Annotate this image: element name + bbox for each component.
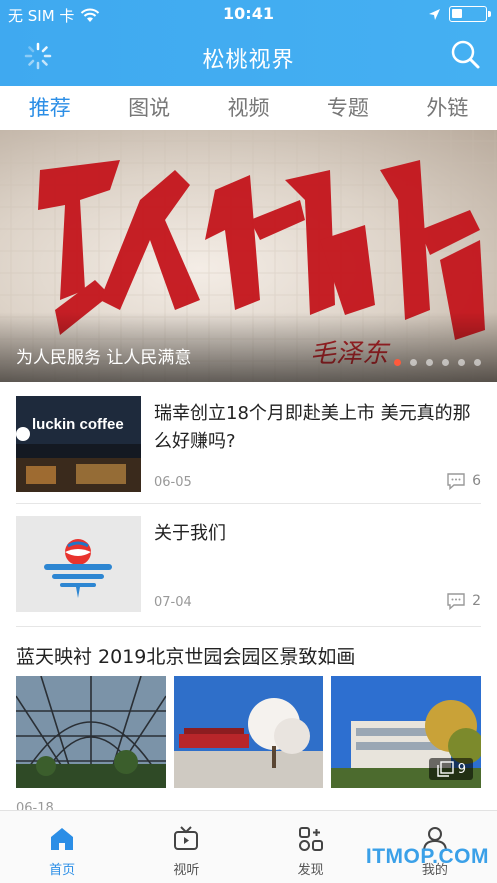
list-divider bbox=[16, 503, 481, 504]
tab-video[interactable]: 视频 bbox=[199, 86, 298, 130]
banner-carousel[interactable]: 毛泽东 为人民服务 让人民满意 bbox=[0, 130, 497, 382]
tab-recommend[interactable]: 推荐 bbox=[0, 86, 99, 130]
gallery-title[interactable]: 蓝天映衬 2019北京世园会园区景致如画 bbox=[16, 642, 355, 669]
tv-icon bbox=[174, 826, 199, 850]
gallery-images[interactable]: 9 bbox=[16, 676, 482, 788]
carousel-dots bbox=[394, 359, 481, 366]
tabbar-label: 视听 bbox=[173, 863, 200, 878]
comment-count-value: 6 bbox=[472, 473, 481, 489]
thumbnail-caption: luckin coffee bbox=[32, 416, 124, 433]
news-item[interactable]: 关于我们 07-04 2 bbox=[16, 516, 481, 612]
list-divider bbox=[16, 626, 481, 627]
news-item[interactable]: luckin coffee 瑞幸创立18个月即赴美上市 美元真的那么好赚吗? 0… bbox=[16, 396, 481, 492]
carousel-dot[interactable] bbox=[426, 359, 433, 366]
carousel-dot[interactable] bbox=[458, 359, 465, 366]
status-bar: 无 SIM 卡 10:41 bbox=[0, 0, 497, 28]
status-time: 10:41 bbox=[223, 4, 274, 23]
carousel-dot-active[interactable] bbox=[394, 359, 401, 366]
tabbar-label: 发现 bbox=[297, 863, 324, 878]
news-thumbnail bbox=[16, 516, 141, 612]
search-icon[interactable] bbox=[449, 38, 481, 70]
comment-icon bbox=[447, 473, 465, 490]
nav-bar: 松桃视界 bbox=[0, 30, 497, 80]
news-title: 瑞幸创立18个月即赴美上市 美元真的那么好赚吗? bbox=[154, 403, 471, 452]
carousel-dot[interactable] bbox=[474, 359, 481, 366]
news-date: 07-04 bbox=[154, 595, 192, 610]
gallery-stack-icon bbox=[437, 761, 454, 777]
tabbar-discover[interactable]: 发现 bbox=[249, 811, 373, 883]
comment-count[interactable]: 2 bbox=[446, 592, 481, 610]
gallery-image: 9 bbox=[331, 676, 482, 788]
comment-icon bbox=[447, 593, 465, 610]
carousel-dot[interactable] bbox=[442, 359, 449, 366]
status-right bbox=[428, 6, 491, 22]
tab-topics[interactable]: 专题 bbox=[298, 86, 397, 130]
gallery-image bbox=[173, 676, 324, 788]
banner-caption: 为人民服务 让人民满意 bbox=[16, 348, 192, 368]
gallery-image bbox=[16, 676, 166, 788]
comment-count-value: 2 bbox=[472, 593, 481, 609]
tab-links[interactable]: 外链 bbox=[398, 86, 497, 130]
app-header: 无 SIM 卡 10:41 松桃视界 bbox=[0, 0, 497, 86]
page-title: 松桃视界 bbox=[202, 48, 295, 73]
news-thumbnail: luckin coffee bbox=[16, 396, 141, 492]
comment-count[interactable]: 6 bbox=[446, 472, 481, 490]
tabbar-watch[interactable]: 视听 bbox=[124, 811, 248, 883]
tabbar-label: 首页 bbox=[49, 863, 76, 878]
news-title: 关于我们 bbox=[154, 523, 226, 544]
carousel-dot[interactable] bbox=[410, 359, 417, 366]
news-date: 06-05 bbox=[154, 475, 192, 490]
location-arrow-icon bbox=[429, 8, 440, 20]
battery-icon bbox=[449, 6, 491, 22]
discover-icon bbox=[298, 827, 323, 851]
watermark: ITMOP.COM bbox=[365, 845, 489, 868]
image-count-badge: 9 bbox=[428, 758, 474, 780]
home-icon bbox=[51, 828, 74, 850]
image-count-value: 9 bbox=[457, 761, 467, 777]
tabbar-home[interactable]: 首页 bbox=[0, 811, 124, 883]
category-tabs: 推荐 图说 视频 专题 外链 bbox=[0, 86, 497, 130]
tab-pictures[interactable]: 图说 bbox=[99, 86, 198, 130]
